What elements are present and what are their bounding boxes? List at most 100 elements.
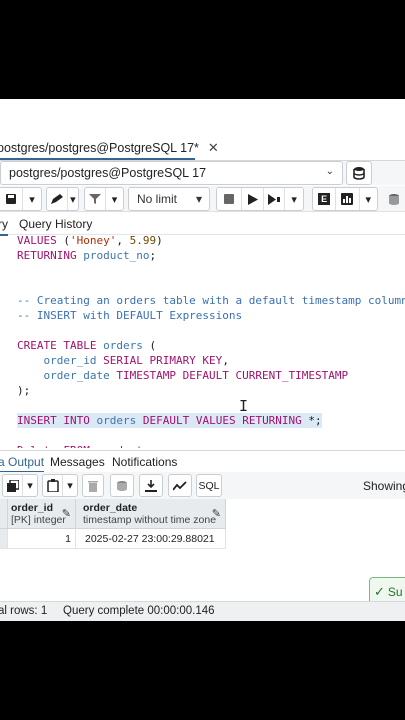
code-token: orders xyxy=(103,339,143,352)
code-line[interactable]: RETURNING product_no; xyxy=(17,248,156,263)
tab-messages[interactable]: Messages xyxy=(50,455,105,469)
column-header-order-date[interactable]: order_date timestamp without time zone ✎ xyxy=(76,499,226,529)
explain-icon[interactable]: E xyxy=(313,188,337,210)
chevron-down-icon[interactable]: ▾ xyxy=(23,475,37,496)
table-cell-order-id[interactable]: 1 xyxy=(8,529,76,549)
code-line[interactable]: order_id SERIAL PRIMARY KEY, xyxy=(17,353,228,368)
code-token: 'Honey' xyxy=(69,236,117,247)
trash-icon[interactable] xyxy=(83,475,103,496)
code-token: CREATE TABLE xyxy=(17,339,104,352)
results-tab-bar: a Output Messages Notifications xyxy=(0,450,405,473)
column-header-order-id[interactable]: order_id [PK] integer ✎ xyxy=(8,499,76,529)
save-group: ▾ xyxy=(0,187,42,211)
column-name: order_id xyxy=(11,502,54,514)
code-token: , xyxy=(116,236,130,247)
tab-data-output[interactable]: a Output xyxy=(0,455,45,473)
query-tab[interactable]: postgres/postgres@PostgreSQL 17* ✕ xyxy=(0,138,219,160)
code-token: -- INSERT with DEFAULT Expressions xyxy=(17,309,243,322)
code-token: ); xyxy=(17,384,31,397)
code-line[interactable]: INSERT INTO orders DEFAULT VALUES RETURN… xyxy=(17,413,322,428)
code-token: ( xyxy=(63,236,70,247)
query-tab-bar: postgres/postgres@PostgreSQL 17* ✕ xyxy=(0,136,405,161)
execute-script-icon[interactable] xyxy=(264,188,286,210)
explain-group: E ▾ xyxy=(312,187,378,211)
code-line[interactable]: -- Creating an orders table with a defau… xyxy=(17,293,405,308)
pencil-icon: ✎ xyxy=(61,508,71,520)
chevron-down-icon[interactable]: ▾ xyxy=(360,188,377,210)
code-line[interactable]: ); xyxy=(17,383,30,398)
chevron-down-icon[interactable]: ▾ xyxy=(106,188,123,210)
code-token: ; xyxy=(149,249,157,262)
filter-icon[interactable] xyxy=(85,188,106,210)
filter-group: ▾ xyxy=(84,187,124,211)
connection-select[interactable]: postgres/postgres@PostgreSQL 17 ⌄ xyxy=(0,161,343,185)
tab-notifications[interactable]: Notifications xyxy=(112,455,177,469)
code-line[interactable]: Delete FROM products xyxy=(17,443,149,448)
tab-query[interactable]: ry xyxy=(0,217,8,236)
check-icon: ✓ xyxy=(374,584,385,599)
code-token: SERIAL PRIMARY KEY xyxy=(103,354,223,367)
chevron-down-icon[interactable]: ⌄ xyxy=(326,166,334,177)
stop-icon[interactable] xyxy=(217,188,243,210)
paste-icon[interactable] xyxy=(43,475,63,496)
code-token: 5.99 xyxy=(129,236,157,247)
chevron-down-icon[interactable]: ▾ xyxy=(23,188,41,210)
graph-visualiser-icon[interactable] xyxy=(169,475,191,496)
query-tab-title: postgres/postgres@PostgreSQL 17* xyxy=(0,141,199,155)
result-toolbar: ▾ ▾ SQL Showing xyxy=(0,472,405,499)
code-token: TIMESTAMP DEFAULT CURRENT_TIMESTAMP xyxy=(116,369,349,382)
database-icon[interactable] xyxy=(346,161,372,185)
download-icon[interactable] xyxy=(140,475,162,496)
code-token: ) xyxy=(156,236,163,247)
save-data-icon[interactable] xyxy=(111,475,133,496)
edit-group: ▾ xyxy=(46,187,79,211)
pencil-icon[interactable] xyxy=(47,188,68,210)
code-line[interactable]: order_date TIMESTAMP DEFAULT CURRENT_TIM… xyxy=(17,368,348,383)
chevron-down-icon[interactable]: ▾ xyxy=(196,192,202,206)
explain-analyze-icon[interactable] xyxy=(336,188,360,210)
table-cell-order-date[interactable]: 2025-02-27 23:00:29.88021 xyxy=(76,529,226,549)
close-icon[interactable]: ✕ xyxy=(208,140,219,156)
code-line[interactable]: -- INSERT with DEFAULT Expressions xyxy=(17,308,242,323)
showing-rows-text: Showing xyxy=(363,479,405,493)
code-token: order_id xyxy=(17,354,104,367)
code-line[interactable]: CREATE TABLE orders ( xyxy=(17,338,156,353)
pgadmin-query-tool: postgres/postgres@PostgreSQL 17* ✕ postg… xyxy=(0,99,405,621)
query-status: Query complete 00:00:00.146 xyxy=(63,605,215,617)
code-token: DEFAULT VALUES RETURNING xyxy=(136,414,309,427)
play-icon[interactable] xyxy=(242,188,264,210)
limit-value: No limit xyxy=(137,192,178,206)
database-commit-icon[interactable] xyxy=(384,188,405,210)
code-token: order_date xyxy=(17,369,117,382)
tab-query-history[interactable]: Query History xyxy=(19,217,92,231)
sql-editor[interactable]: VALUES ('Honey', 5.99) RETURNING product_… xyxy=(0,236,405,448)
total-rows: al rows: 1 xyxy=(0,605,48,617)
code-token: ; xyxy=(315,414,322,427)
limit-select[interactable]: No limit ▾ xyxy=(128,187,210,211)
code-token: ( xyxy=(142,339,157,352)
row-header-corner xyxy=(0,499,8,529)
sql-button[interactable]: SQL xyxy=(197,475,221,496)
query-toolbar: ▾ ▾ ▾ No limit ▾ ▾ E ▾ xyxy=(0,186,405,212)
commit-group xyxy=(383,187,405,211)
download-group xyxy=(139,474,163,497)
column-type: [PK] integer xyxy=(11,514,66,526)
code-token: orders xyxy=(96,414,137,427)
column-name: order_date xyxy=(83,502,138,514)
save-icon[interactable] xyxy=(0,188,23,210)
connection-value: postgres/postgres@PostgreSQL 17 xyxy=(9,166,207,180)
code-line[interactable]: VALUES ('Honey', 5.99) xyxy=(17,236,163,248)
chevron-down-icon[interactable]: ▾ xyxy=(68,188,78,210)
pencil-icon: ✎ xyxy=(211,508,221,520)
code-token: RETURNING xyxy=(17,249,84,262)
row-number-cell[interactable] xyxy=(0,529,8,549)
code-token: INSERT INTO xyxy=(17,414,97,427)
paste-group: ▾ xyxy=(42,474,78,497)
code-token: -- Creating an orders table with a defau… xyxy=(17,294,405,307)
toast-text: Su xyxy=(387,585,403,599)
chevron-down-icon[interactable]: ▾ xyxy=(63,475,77,496)
copy-icon[interactable] xyxy=(3,475,23,496)
chevron-down-icon[interactable]: ▾ xyxy=(285,188,303,210)
text-cursor-icon: I xyxy=(239,397,249,415)
connection-row: postgres/postgres@PostgreSQL 17 ⌄ xyxy=(0,161,405,185)
